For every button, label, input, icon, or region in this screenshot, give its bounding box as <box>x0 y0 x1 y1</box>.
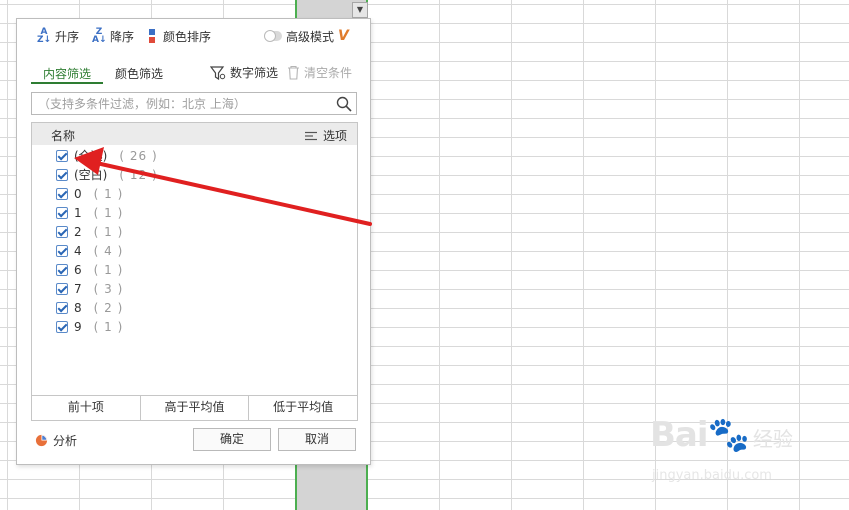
list-header: 名称 选项 <box>32 123 357 145</box>
clear-conditions-button[interactable]: 清空条件 <box>287 64 352 81</box>
list-item-count: ( 3 ) <box>93 281 124 296</box>
list-options-label: 选项 <box>322 129 347 143</box>
sort-descending-button[interactable]: Z A↓ 降序 <box>92 27 135 45</box>
vip-icon: V <box>338 28 349 44</box>
list-item-label: 0 <box>74 186 82 201</box>
advanced-mode-label: 高级模式 <box>286 29 335 44</box>
sort-ascending-button[interactable]: A Z↓ 升序 <box>37 27 80 45</box>
top10-button[interactable]: 前十项 <box>32 396 141 420</box>
sort-by-color-label: 颜色排序 <box>163 29 212 44</box>
quick-filter-bar: 前十项 高于平均值 低于平均值 <box>32 395 357 420</box>
list-item[interactable]: 9 ( 1 ) <box>56 317 123 336</box>
list-item-label: (全选) <box>74 149 108 163</box>
list-item-label: 6 <box>74 262 82 277</box>
checkbox-checked-icon[interactable] <box>56 206 68 219</box>
number-filter-button[interactable]: 数字筛选 <box>210 64 278 81</box>
search-input[interactable] <box>38 95 328 112</box>
analyze-button[interactable]: 分析 <box>35 432 77 449</box>
sort-ascending-label: 升序 <box>55 29 80 44</box>
list-item[interactable]: 7 ( 3 ) <box>56 279 123 298</box>
checkbox-checked-icon[interactable] <box>56 168 68 181</box>
search-icon[interactable] <box>336 96 352 112</box>
watermark-url: jingyan.baidu.com <box>652 468 772 483</box>
list-item-count: ( 1 ) <box>93 186 124 201</box>
checkbox-checked-icon[interactable] <box>56 187 68 200</box>
funnel-icon <box>210 65 226 80</box>
list-item-count: ( 1 ) <box>93 262 124 277</box>
list-item[interactable]: 0 ( 1 ) <box>56 184 123 203</box>
toggle-switch-icon[interactable] <box>264 30 282 42</box>
list-item-count: ( 2 ) <box>93 300 124 315</box>
list-item-label: 7 <box>74 281 82 296</box>
list-item[interactable]: 4 ( 4 ) <box>56 241 123 260</box>
below-average-button[interactable]: 低于平均值 <box>249 396 357 420</box>
tab-color-filter[interactable]: 颜色筛选 <box>115 65 163 82</box>
list-item[interactable]: 1 ( 1 ) <box>56 203 123 222</box>
trash-icon <box>288 65 299 80</box>
sort-by-color-button[interactable]: 颜色排序 <box>149 28 211 44</box>
list-item[interactable]: 6 ( 1 ) <box>56 260 123 279</box>
tab-content-filter[interactable]: 内容筛选 <box>43 65 91 82</box>
list-item-count: ( 1 ) <box>93 319 124 334</box>
checkbox-checked-icon[interactable] <box>56 301 68 314</box>
watermark-logo-text: Bai <box>650 415 709 455</box>
list-item-label: 4 <box>74 243 82 258</box>
checkbox-checked-icon[interactable] <box>56 225 68 238</box>
sort-descending-icon: Z A↓ <box>92 27 107 45</box>
paw-icon: 🐾 <box>707 415 750 455</box>
clear-conditions-label: 清空条件 <box>304 66 353 80</box>
list-item-count: ( 12 ) <box>119 167 158 182</box>
analyze-label: 分析 <box>53 434 78 448</box>
pie-chart-icon <box>35 434 48 447</box>
list-header-name: 名称 <box>51 129 76 143</box>
list-item-count: ( 1 ) <box>93 224 124 239</box>
advanced-mode-toggle[interactable]: 高级模式 V <box>264 28 349 44</box>
ok-button[interactable]: 确定 <box>193 428 271 451</box>
cancel-button[interactable]: 取消 <box>278 428 356 451</box>
dropdown-triangle-icon: ▼ <box>356 5 364 14</box>
watermark-sub-text: 经验 <box>752 427 793 451</box>
list-item-select-all[interactable]: (全选) ( 26 ) <box>56 146 158 165</box>
number-filter-label: 数字筛选 <box>230 66 279 80</box>
list-item[interactable]: 2 ( 1 ) <box>56 222 123 241</box>
color-sort-icon <box>149 29 159 43</box>
sort-toolbar: A Z↓ 升序 Z A↓ 降序 颜色排序 高级模式 V <box>17 19 370 53</box>
sort-descending-label: 降序 <box>110 29 135 44</box>
list-item-count: ( 1 ) <box>93 205 124 220</box>
options-lines-icon <box>304 131 317 140</box>
list-options-button[interactable]: 选项 <box>304 127 347 144</box>
list-item-label: 1 <box>74 205 82 220</box>
search-box[interactable] <box>31 92 357 115</box>
filter-tabs: 内容筛选 颜色筛选 数字筛选 清空条件 <box>17 59 370 85</box>
checkbox-checked-icon[interactable] <box>56 149 68 162</box>
list-item-label: 9 <box>74 319 82 334</box>
list-item[interactable]: (空白) ( 12 ) <box>56 165 158 184</box>
list-item-label: 2 <box>74 224 82 239</box>
list-item-label: (空白) <box>74 168 108 182</box>
list-item[interactable]: 8 ( 2 ) <box>56 298 123 317</box>
filter-panel: A Z↓ 升序 Z A↓ 降序 颜色排序 高级模式 V 内容筛选 颜色筛选 数字… <box>16 18 371 465</box>
list-item-count: ( 4 ) <box>93 243 124 258</box>
above-average-button[interactable]: 高于平均值 <box>141 396 250 420</box>
baidu-watermark: Bai🐾 经验 <box>650 415 793 455</box>
column-filter-dropdown-button[interactable]: ▼ <box>352 2 368 18</box>
list-item-count: ( 26 ) <box>119 148 158 163</box>
checkbox-checked-icon[interactable] <box>56 320 68 333</box>
value-list: 名称 选项 (全选) ( 26 ) (空白) ( 12 ) 0 ( 1 ) 1 … <box>31 122 358 421</box>
sort-ascending-icon: A Z↓ <box>37 27 52 45</box>
list-item-label: 8 <box>74 300 82 315</box>
active-tab-indicator <box>31 82 103 84</box>
checkbox-checked-icon[interactable] <box>56 282 68 295</box>
checkbox-checked-icon[interactable] <box>56 244 68 257</box>
checkbox-checked-icon[interactable] <box>56 263 68 276</box>
